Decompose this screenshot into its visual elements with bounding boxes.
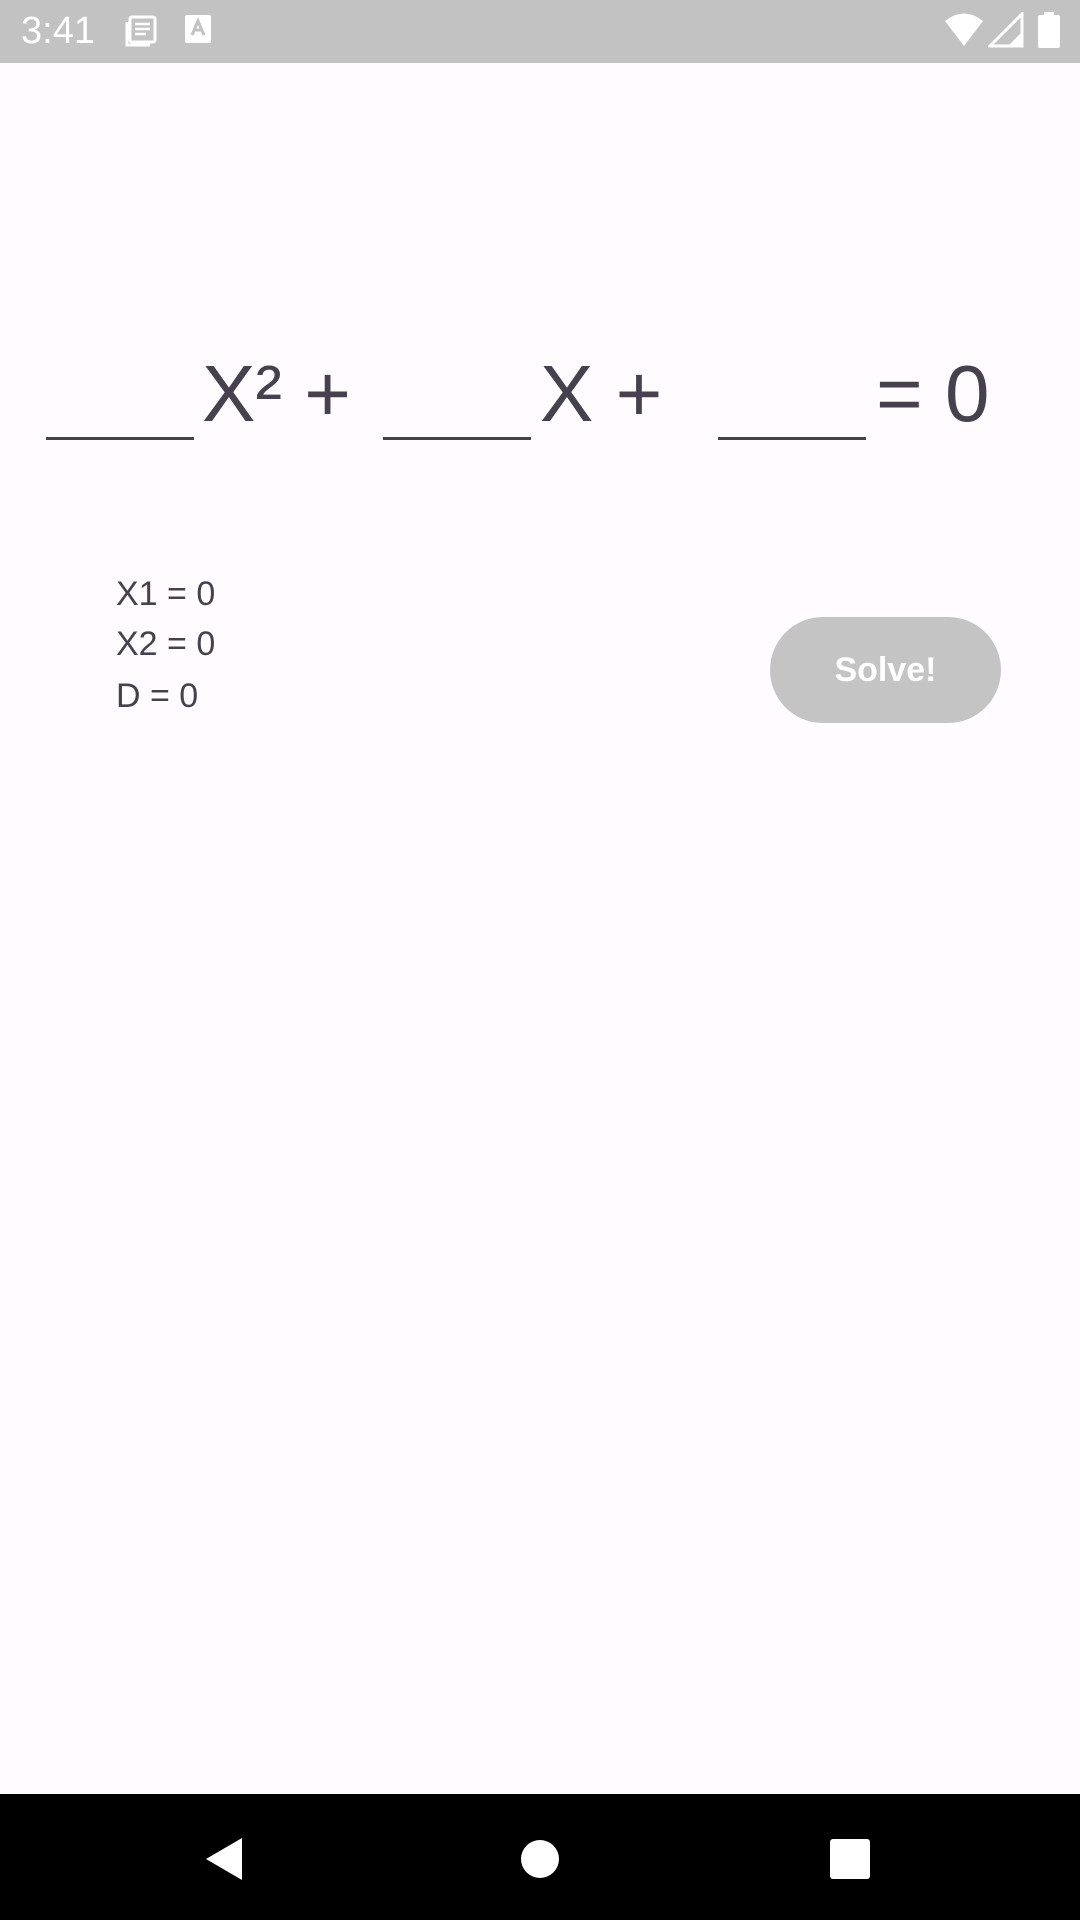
wifi-icon bbox=[944, 12, 984, 53]
status-bar: 3:41 bbox=[0, 0, 1080, 63]
coefficient-c-input[interactable] bbox=[718, 340, 866, 440]
back-icon[interactable] bbox=[190, 1824, 260, 1894]
result-x1: X1 = 0 bbox=[116, 575, 216, 613]
result-x2: X2 = 0 bbox=[116, 625, 216, 663]
x-plus-label: X + bbox=[540, 349, 663, 438]
coefficient-a-input[interactable] bbox=[46, 340, 194, 440]
equals-zero-label: = 0 bbox=[876, 349, 990, 438]
status-time: 3:41 bbox=[21, 10, 95, 52]
app-screen: 3:41 X² + X + = 0 X1 = 0 X2 = 0 D = 0 So… bbox=[0, 0, 1080, 1920]
text-a-notification-icon bbox=[184, 14, 212, 49]
cell-signal-icon bbox=[986, 10, 1024, 53]
result-discriminant: D = 0 bbox=[116, 677, 199, 715]
navigation-bar bbox=[0, 1794, 1080, 1920]
recents-icon[interactable] bbox=[815, 1824, 885, 1894]
coefficient-b-input[interactable] bbox=[383, 340, 531, 440]
solve-button[interactable]: Solve! bbox=[770, 617, 1001, 723]
battery-icon bbox=[1038, 12, 1060, 53]
news-notification-icon bbox=[124, 14, 158, 53]
home-icon[interactable] bbox=[505, 1824, 575, 1894]
x-squared-plus-label: X² + bbox=[202, 349, 351, 438]
